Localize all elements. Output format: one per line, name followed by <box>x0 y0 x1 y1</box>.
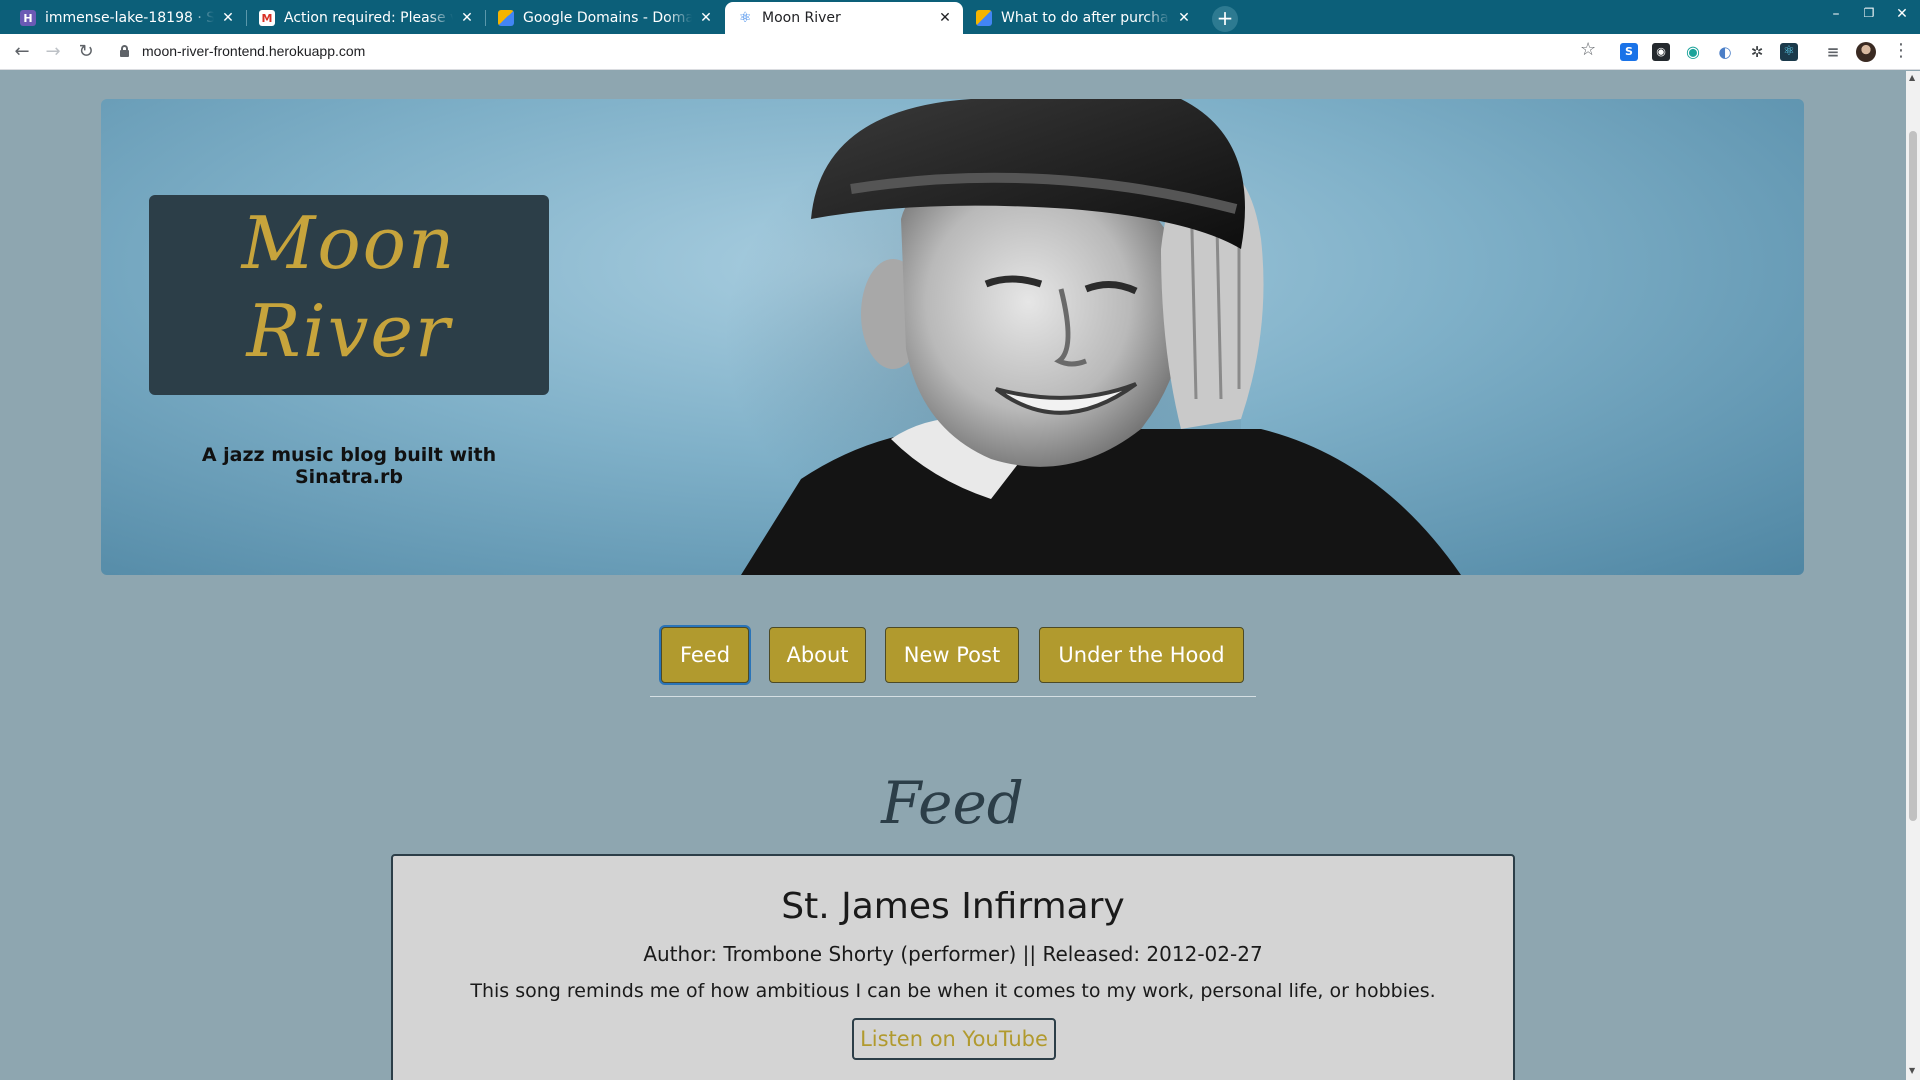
sinatra-portrait-image <box>741 99 1461 575</box>
media-control-icon[interactable]: ≡ <box>1824 43 1842 61</box>
close-icon[interactable]: ✕ <box>937 10 953 26</box>
extension-github-icon[interactable]: ◉ <box>1652 43 1670 61</box>
main-nav: Feed About New Post Under the Hood <box>650 627 1256 697</box>
minimize-icon[interactable]: – <box>1826 6 1846 22</box>
react-icon: ⚛ <box>738 10 752 26</box>
new-tab-button[interactable]: + <box>1212 6 1238 32</box>
back-arrow-icon[interactable]: ← <box>10 40 34 64</box>
site-logo[interactable]: Moon River <box>149 195 549 395</box>
browser-tab-moon-river[interactable]: ⚛ Moon River ✕ <box>725 2 963 34</box>
scroll-down-icon[interactable]: ▼ <box>1909 1066 1915 1075</box>
reload-icon[interactable]: ↻ <box>74 40 98 64</box>
address-bar[interactable]: moon-river-frontend.herokuapp.com <box>142 43 365 59</box>
nav-feed-button[interactable]: Feed <box>661 627 749 683</box>
scroll-up-icon[interactable]: ▲ <box>1909 73 1915 82</box>
post-description: This song reminds me of how ambitious I … <box>470 980 1436 1002</box>
logo-text-line1: Moon <box>241 201 457 285</box>
browser-tab-google-domains[interactable]: Google Domains - Domain ✕ <box>486 2 724 34</box>
hero-banner: Moon River A jazz music blog built with … <box>101 99 1804 575</box>
browser-tab-what-to-do[interactable]: What to do after purchas ✕ <box>964 2 1202 34</box>
close-window-icon[interactable]: ✕ <box>1892 6 1912 22</box>
browser-toolbar: ← → ↻ moon-river-frontend.herokuapp.com … <box>0 34 1920 70</box>
profile-avatar[interactable] <box>1856 42 1876 62</box>
bookmark-star-icon[interactable]: ☆ <box>1580 39 1596 60</box>
extension-circle-icon[interactable]: ◉ <box>1684 43 1702 61</box>
close-icon[interactable]: ✕ <box>459 10 475 26</box>
nav-about-button[interactable]: About <box>769 627 866 683</box>
post-title: St. James Infirmary <box>781 886 1125 927</box>
extension-s-icon[interactable]: S <box>1620 43 1638 61</box>
scrollbar-thumb[interactable] <box>1909 131 1917 821</box>
extension-react-icon[interactable]: ⚛ <box>1780 43 1798 61</box>
site-tagline: A jazz music blog built with Sinatra.rb <box>201 444 497 488</box>
menu-kebab-icon[interactable]: ⋮ <box>1892 40 1910 61</box>
close-icon[interactable]: ✕ <box>220 10 236 26</box>
close-icon[interactable]: ✕ <box>698 10 714 26</box>
extension-bug-icon[interactable]: ✲ <box>1748 43 1766 61</box>
page-viewport: Moon River A jazz music blog built with … <box>0 71 1906 1080</box>
nav-new-post-button[interactable]: New Post <box>885 627 1019 683</box>
tab-title: What to do after purchas <box>1001 10 1170 26</box>
gmail-icon: M <box>259 10 275 26</box>
google-domains-icon <box>498 10 514 26</box>
google-domains-icon <box>976 10 992 26</box>
page-scrollbar[interactable]: ▲ ▼ <box>1906 71 1920 1080</box>
browser-tab-heroku[interactable]: H immense-lake-18198 · Sett ✕ <box>8 2 246 34</box>
nav-under-the-hood-button[interactable]: Under the Hood <box>1039 627 1244 683</box>
extension-blue-icon[interactable]: ◐ <box>1716 43 1734 61</box>
post-meta: Author: Trombone Shorty (performer) || R… <box>643 942 1263 966</box>
tab-strip: H immense-lake-18198 · Sett ✕ M Action r… <box>0 0 1920 34</box>
forward-arrow-icon[interactable]: → <box>41 40 65 64</box>
lock-icon[interactable] <box>120 45 129 57</box>
logo-text-line2: River <box>246 289 452 373</box>
section-title: Feed <box>881 769 1024 837</box>
tab-title: Google Domains - Domain <box>523 10 692 26</box>
tab-title: Moon River <box>762 10 841 26</box>
post-card: St. James Infirmary Author: Trombone Sho… <box>391 854 1515 1080</box>
tab-title: Action required: Please ve <box>284 10 453 26</box>
browser-tab-gmail[interactable]: M Action required: Please ve ✕ <box>247 2 485 34</box>
tab-title: immense-lake-18198 · Sett <box>45 10 214 26</box>
listen-on-youtube-button[interactable]: Listen on YouTube <box>852 1018 1056 1060</box>
close-icon[interactable]: ✕ <box>1176 10 1192 26</box>
restore-icon[interactable]: ❐ <box>1859 6 1879 20</box>
heroku-icon: H <box>20 10 36 26</box>
